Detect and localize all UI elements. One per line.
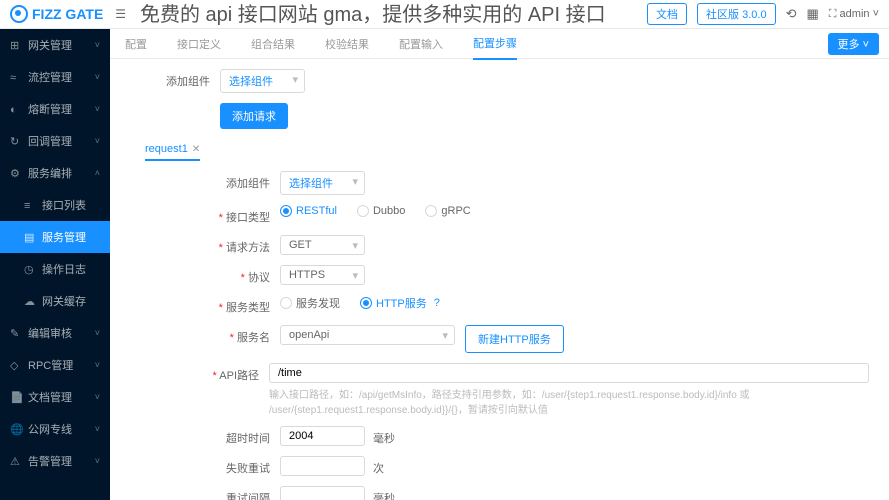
retry-interval-label: 重试间隔 bbox=[190, 486, 280, 500]
sidebar-item-12[interactable]: 🌐公网专线˅ bbox=[0, 413, 110, 445]
doc-button[interactable]: 文档 bbox=[647, 3, 687, 25]
service-discovery-radio[interactable]: 服务发现 bbox=[280, 295, 340, 311]
api-path-input[interactable] bbox=[269, 363, 869, 383]
chevron-icon: ˅ bbox=[95, 72, 100, 82]
create-http-button[interactable]: 新建HTTP服务 bbox=[465, 325, 564, 353]
interface-radio-grpc[interactable]: gRPC bbox=[425, 205, 470, 217]
interface-radio-dubbo[interactable]: Dubbo bbox=[357, 205, 405, 217]
menu-icon: ↻ bbox=[10, 135, 22, 148]
overlay-banner: 免费的 api 接口网站 gma，提供多种实用的 API 接口 bbox=[140, 0, 606, 27]
service-name-label: 服务名 bbox=[190, 325, 280, 345]
timeout-input[interactable] bbox=[280, 426, 365, 446]
add-component-label: 添加组件 bbox=[130, 69, 220, 89]
ms-suffix: 毫秒 bbox=[373, 426, 395, 446]
retry-interval-input[interactable] bbox=[280, 486, 365, 500]
times-suffix: 次 bbox=[373, 456, 384, 476]
protocol-label: 协议 bbox=[190, 265, 280, 285]
sidebar-item-0[interactable]: ⊞网关管理˅ bbox=[0, 29, 110, 61]
menu-icon: ≡ bbox=[24, 200, 36, 212]
menu-icon: ◷ bbox=[24, 263, 36, 276]
chevron-icon: ˅ bbox=[95, 456, 100, 466]
tab-5[interactable]: 配置步骤 bbox=[473, 29, 517, 60]
sidebar-item-11[interactable]: 📄文档管理˅ bbox=[0, 381, 110, 413]
more-button[interactable]: 更多 ˅ bbox=[828, 33, 879, 55]
menu-icon: ☁ bbox=[24, 295, 36, 308]
sidebar-item-10[interactable]: ◇RPC管理˅ bbox=[0, 349, 110, 381]
content-tabs: 配置接口定义组合结果校验结果配置输入配置步骤 更多 ˅ bbox=[110, 29, 889, 59]
menu-icon: ▤ bbox=[24, 231, 36, 244]
chevron-icon: ˅ bbox=[95, 136, 100, 146]
chevron-icon: ˅ bbox=[95, 424, 100, 434]
ms-suffix-2: 毫秒 bbox=[373, 486, 395, 500]
sidebar-item-9[interactable]: ✎编辑审核˅ bbox=[0, 317, 110, 349]
menu-icon: ✎ bbox=[10, 327, 22, 340]
sidebar-item-6[interactable]: ▤服务管理 bbox=[0, 221, 110, 253]
sidebar-item-4[interactable]: ⚙服务编排˄ bbox=[0, 157, 110, 189]
menu-icon: ⊞ bbox=[10, 39, 22, 52]
sidebar-item-2[interactable]: ◐熔断管理˅ bbox=[0, 93, 110, 125]
chevron-icon: ˅ bbox=[95, 104, 100, 114]
request-tab[interactable]: request1✕ bbox=[145, 139, 200, 161]
add-component-label-2: 添加组件 bbox=[190, 171, 280, 191]
component-select[interactable]: 选择组件 bbox=[220, 69, 305, 93]
interface-radio-restful[interactable]: RESTful bbox=[280, 205, 337, 217]
interface-type-label: 接口类型 bbox=[190, 205, 280, 225]
method-label: 请求方法 bbox=[190, 235, 280, 255]
chevron-icon: ˅ bbox=[95, 40, 100, 50]
retry-input[interactable] bbox=[280, 456, 365, 476]
api-path-label: API路径 bbox=[190, 363, 269, 383]
timeout-label: 超时时间 bbox=[190, 426, 280, 446]
method-select[interactable]: GET bbox=[280, 235, 365, 255]
sidebar-item-8[interactable]: ☁网关缓存 bbox=[0, 285, 110, 317]
chevron-icon: ˅ bbox=[95, 360, 100, 370]
menu-icon: ◇ bbox=[10, 359, 22, 372]
chevron-icon: ˅ bbox=[95, 392, 100, 402]
api-path-hint: 输入接口路径，如：/api/getMsInfo，路径支持引用参数，如：/user… bbox=[269, 386, 869, 416]
sidebar-item-3[interactable]: ↻回调管理˅ bbox=[0, 125, 110, 157]
close-icon[interactable]: ✕ bbox=[192, 144, 200, 155]
menu-icon: 🌐 bbox=[10, 423, 22, 436]
add-request-button[interactable]: 添加请求 bbox=[220, 103, 288, 129]
sidebar-item-13[interactable]: ⚠告警管理˅ bbox=[0, 445, 110, 477]
sidebar-item-5[interactable]: ≡接口列表 bbox=[0, 189, 110, 221]
protocol-select[interactable]: HTTPS bbox=[280, 265, 365, 285]
sidebar-item-7[interactable]: ◷操作日志 bbox=[0, 253, 110, 285]
apps-icon[interactable]: ▦ bbox=[806, 6, 818, 22]
tab-1[interactable]: 接口定义 bbox=[177, 29, 221, 59]
help-icon[interactable]: ? bbox=[434, 297, 440, 309]
component-select-2[interactable]: 选择组件 bbox=[280, 171, 365, 195]
menu-toggle-icon[interactable]: ☰ bbox=[115, 7, 126, 21]
logo-text: FIZZ GATE bbox=[32, 6, 103, 22]
tab-0[interactable]: 配置 bbox=[125, 29, 147, 59]
refresh-icon[interactable]: ⟲ bbox=[786, 6, 797, 22]
service-name-select[interactable]: openApi bbox=[280, 325, 455, 345]
sidebar: ⊞网关管理˅≈流控管理˅◐熔断管理˅↻回调管理˅⚙服务编排˄≡接口列表▤服务管理… bbox=[0, 29, 110, 500]
chevron-icon: ˄ bbox=[95, 168, 100, 178]
tab-2[interactable]: 组合结果 bbox=[251, 29, 295, 59]
tab-4[interactable]: 配置输入 bbox=[399, 29, 443, 59]
logo-icon bbox=[10, 5, 28, 23]
sidebar-item-1[interactable]: ≈流控管理˅ bbox=[0, 61, 110, 93]
menu-icon: ⚠ bbox=[10, 455, 22, 468]
version-button[interactable]: 社区版 3.0.0 bbox=[697, 3, 776, 25]
menu-icon: ◐ bbox=[10, 104, 22, 116]
menu-icon: ≈ bbox=[10, 72, 22, 84]
retry-label: 失败重试 bbox=[190, 456, 280, 476]
app-logo: FIZZ GATE bbox=[10, 5, 103, 23]
http-service-radio[interactable]: HTTP服务? bbox=[360, 295, 440, 311]
user-menu[interactable]: ⛶ admin ˅ bbox=[829, 8, 879, 21]
menu-icon: 📄 bbox=[10, 391, 22, 404]
tab-3[interactable]: 校验结果 bbox=[325, 29, 369, 59]
service-type-label: 服务类型 bbox=[190, 295, 280, 315]
chevron-icon: ˅ bbox=[95, 328, 100, 338]
menu-icon: ⚙ bbox=[10, 167, 22, 180]
